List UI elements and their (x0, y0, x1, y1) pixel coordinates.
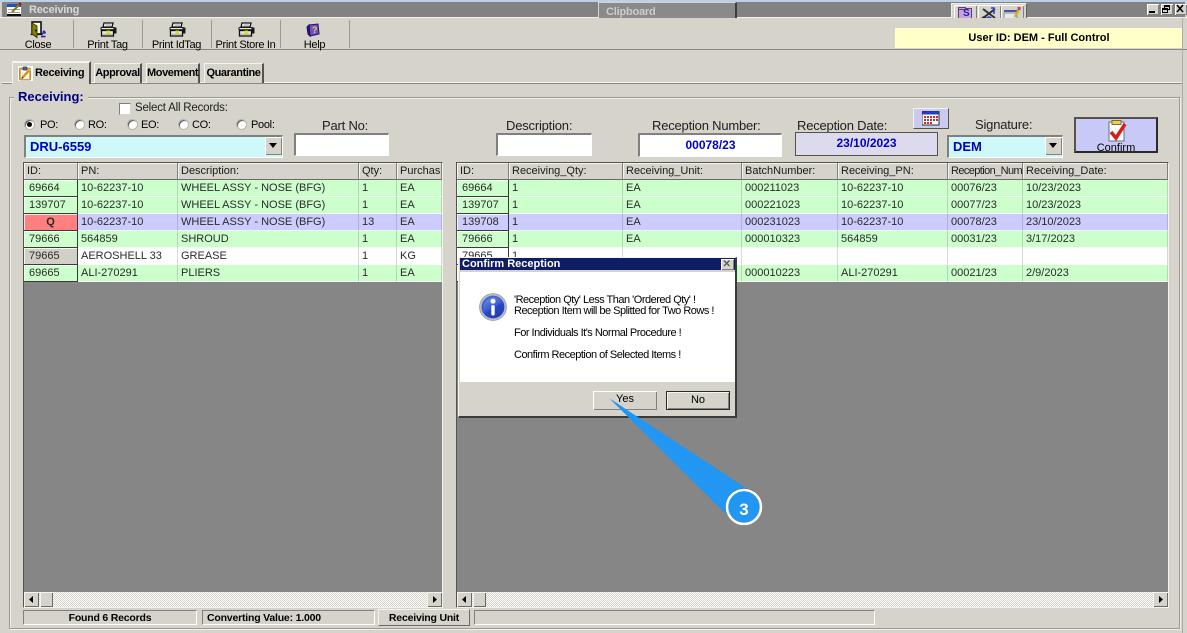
svg-text:3: 3 (739, 500, 748, 519)
